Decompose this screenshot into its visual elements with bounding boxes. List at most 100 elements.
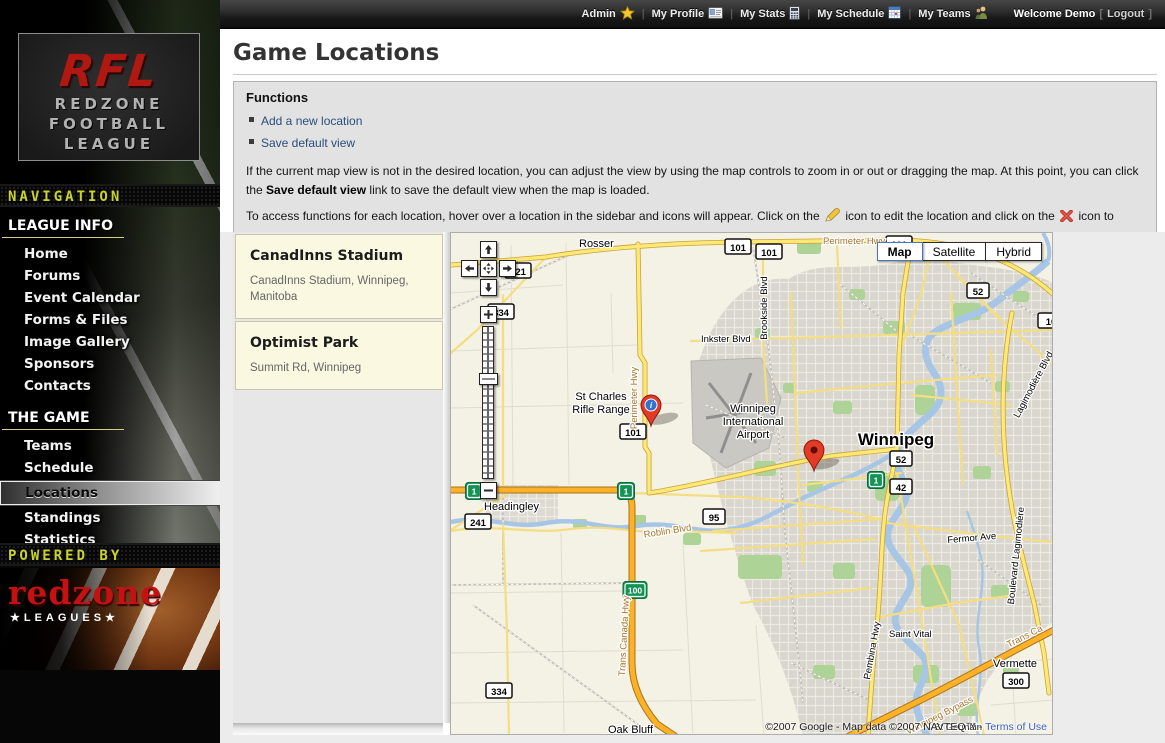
para1-bold: Save default view <box>266 183 366 197</box>
sidebar-item-contacts[interactable]: Contacts <box>0 375 220 397</box>
map-type-map-button[interactable]: Map <box>877 242 923 261</box>
sidebar-item-teams[interactable]: Teams <box>0 435 220 457</box>
pan-left-button[interactable] <box>461 260 478 277</box>
zoom-slider-handle[interactable] <box>479 373 498 385</box>
para2-text: To access functions for each location, h… <box>246 209 823 223</box>
title-divider <box>233 74 1157 75</box>
functions-paragraph-1: If the current map view is not in the de… <box>246 162 1144 199</box>
sidebar-item-forums[interactable]: Forums <box>0 265 220 287</box>
my-teams-label: My Teams <box>918 8 970 20</box>
section-rule <box>2 429 124 430</box>
league-info-items: Home Forums Event Calendar Forms & Files… <box>0 243 220 397</box>
location-cards: CanadInns Stadium CanadInns Stadium, Win… <box>235 234 443 392</box>
logo-line: LEAGUE <box>19 134 199 154</box>
map-type-hybrid-button[interactable]: Hybrid <box>985 242 1042 261</box>
location-card-optimist-park[interactable]: Optimist Park Summit Rd, Winnipeg <box>235 321 443 390</box>
navigation-banner: NAVIGATION <box>0 184 220 207</box>
admin-label: Admin <box>582 8 616 20</box>
svg-text:Oak Bluff: Oak Bluff <box>608 724 654 735</box>
people-icon <box>975 6 988 23</box>
my-teams-link[interactable]: My Teams <box>918 6 987 23</box>
svg-text:Headingley: Headingley <box>484 501 540 513</box>
svg-text:Brookside Blvd: Brookside Blvd <box>759 276 770 339</box>
map-canvas[interactable]: 101 101 101 101 221 334 334 52 52 42 95 … <box>451 233 1053 735</box>
separator: | <box>642 8 645 20</box>
sidebar: RFL REDZONE FOOTBALL LEAGUE NAVIGATION L… <box>0 0 220 743</box>
sidebar-item-locations[interactable]: Locations <box>0 481 220 505</box>
svg-text:1: 1 <box>874 476 879 486</box>
separator: | <box>908 8 911 20</box>
pan-up-button[interactable] <box>480 241 497 258</box>
svg-text:334: 334 <box>491 687 508 698</box>
horizontal-scrollbar[interactable] <box>233 723 443 735</box>
map-type-satellite-button[interactable]: Satellite <box>922 242 987 261</box>
sidebar-item-schedule[interactable]: Schedule <box>0 457 220 479</box>
zoom-in-button[interactable] <box>480 306 497 323</box>
sidebar-item-image-gallery[interactable]: Image Gallery <box>0 331 220 353</box>
topbar: Admin | My Profile | My Stats | My Sched… <box>220 0 1165 29</box>
sidebar-item-standings[interactable]: Standings <box>0 507 220 529</box>
sidebar-item-sponsors[interactable]: Sponsors <box>0 353 220 375</box>
svg-text:101: 101 <box>761 248 778 259</box>
section-title-the-game: THE GAME <box>0 401 220 429</box>
map-type-switcher: Map Satellite Hybrid <box>878 242 1042 261</box>
logo-line: FOOTBALL <box>19 114 199 134</box>
edit-pencil-icon <box>825 208 840 228</box>
functions-list-item: Add a new location <box>248 110 1144 132</box>
logout-link[interactable]: Logout <box>1107 8 1144 20</box>
svg-text:10: 10 <box>1046 317 1053 328</box>
svg-text:52: 52 <box>896 455 907 466</box>
my-schedule-link[interactable]: My Schedule <box>817 6 901 22</box>
redzone-brand: redzone <box>8 576 220 610</box>
the-game-items: Teams Schedule Locations Standings Stati… <box>0 435 220 551</box>
svg-text:Vermette: Vermette <box>993 658 1037 670</box>
location-name: CanadInns Stadium <box>250 248 432 264</box>
zoom-slider-track[interactable] <box>482 326 494 479</box>
main-content: Game Locations Functions Add a new locat… <box>220 29 1165 743</box>
section-title-league-info: LEAGUE INFO <box>0 209 220 237</box>
svg-text:1: 1 <box>472 487 477 497</box>
location-list-panel: CanadInns Stadium CanadInns Stadium, Win… <box>233 232 455 735</box>
pan-right-button[interactable] <box>499 260 516 277</box>
terms-of-use-link[interactable]: Terms of Use <box>985 721 1047 733</box>
location-card-canadinns[interactable]: CanadInns Stadium CanadInns Stadium, Win… <box>235 234 443 319</box>
svg-text:300: 300 <box>1008 677 1024 688</box>
location-address: Summit Rd, Winnipeg <box>250 360 432 376</box>
svg-text:Saint Vital: Saint Vital <box>889 629 932 640</box>
sidebar-item-event-calendar[interactable]: Event Calendar <box>0 287 220 309</box>
functions-heading: Functions <box>246 90 1144 105</box>
zoom-out-button[interactable] <box>480 482 497 499</box>
svg-text:42: 42 <box>896 483 907 494</box>
delete-x-icon <box>1060 209 1073 228</box>
page-title: Game Locations <box>233 40 1165 66</box>
svg-text:Winnipeg: Winnipeg <box>730 403 776 415</box>
pan-down-button[interactable] <box>480 279 497 296</box>
calendar-icon <box>888 6 901 22</box>
locations-map-section: CanadInns Stadium CanadInns Stadium, Win… <box>220 232 1165 743</box>
welcome-text: Welcome Demo <box>1014 8 1096 20</box>
location-address: CanadInns Stadium, Winnipeg, Manitoba <box>250 273 432 305</box>
id-card-icon <box>708 7 723 22</box>
add-location-link[interactable]: Add a new location <box>261 114 362 128</box>
my-stats-label: My Stats <box>740 8 785 20</box>
sidebar-item-forms-files[interactable]: Forms & Files <box>0 309 220 331</box>
svg-text:Airport: Airport <box>737 429 769 441</box>
copyright-text: ©2007 Google - Map data ©2007 NAVTEQ™ - <box>765 721 982 733</box>
pan-center-button[interactable] <box>480 260 497 277</box>
para2-text: icon to edit the location and click on t… <box>842 209 1058 223</box>
svg-text:241: 241 <box>470 518 487 529</box>
svg-text:St Charles: St Charles <box>575 391 627 403</box>
my-stats-link[interactable]: My Stats <box>740 6 800 23</box>
my-profile-label: My Profile <box>652 8 705 20</box>
section-rule <box>2 237 124 238</box>
admin-link[interactable]: Admin <box>582 6 635 23</box>
map-panel: 101 101 101 101 221 334 334 52 52 42 95 … <box>450 232 1053 735</box>
sidebar-item-home[interactable]: Home <box>0 243 220 265</box>
map-copyright: ©2007 Google - Map data ©2007 NAVTEQ™ - … <box>765 721 1047 733</box>
svg-text:Rosser: Rosser <box>579 238 614 250</box>
save-default-view-link[interactable]: Save default view <box>261 136 355 150</box>
svg-text:52: 52 <box>973 287 984 298</box>
my-profile-link[interactable]: My Profile <box>652 7 724 22</box>
svg-text:Rifle Range: Rifle Range <box>572 404 629 416</box>
calculator-icon <box>789 6 800 23</box>
